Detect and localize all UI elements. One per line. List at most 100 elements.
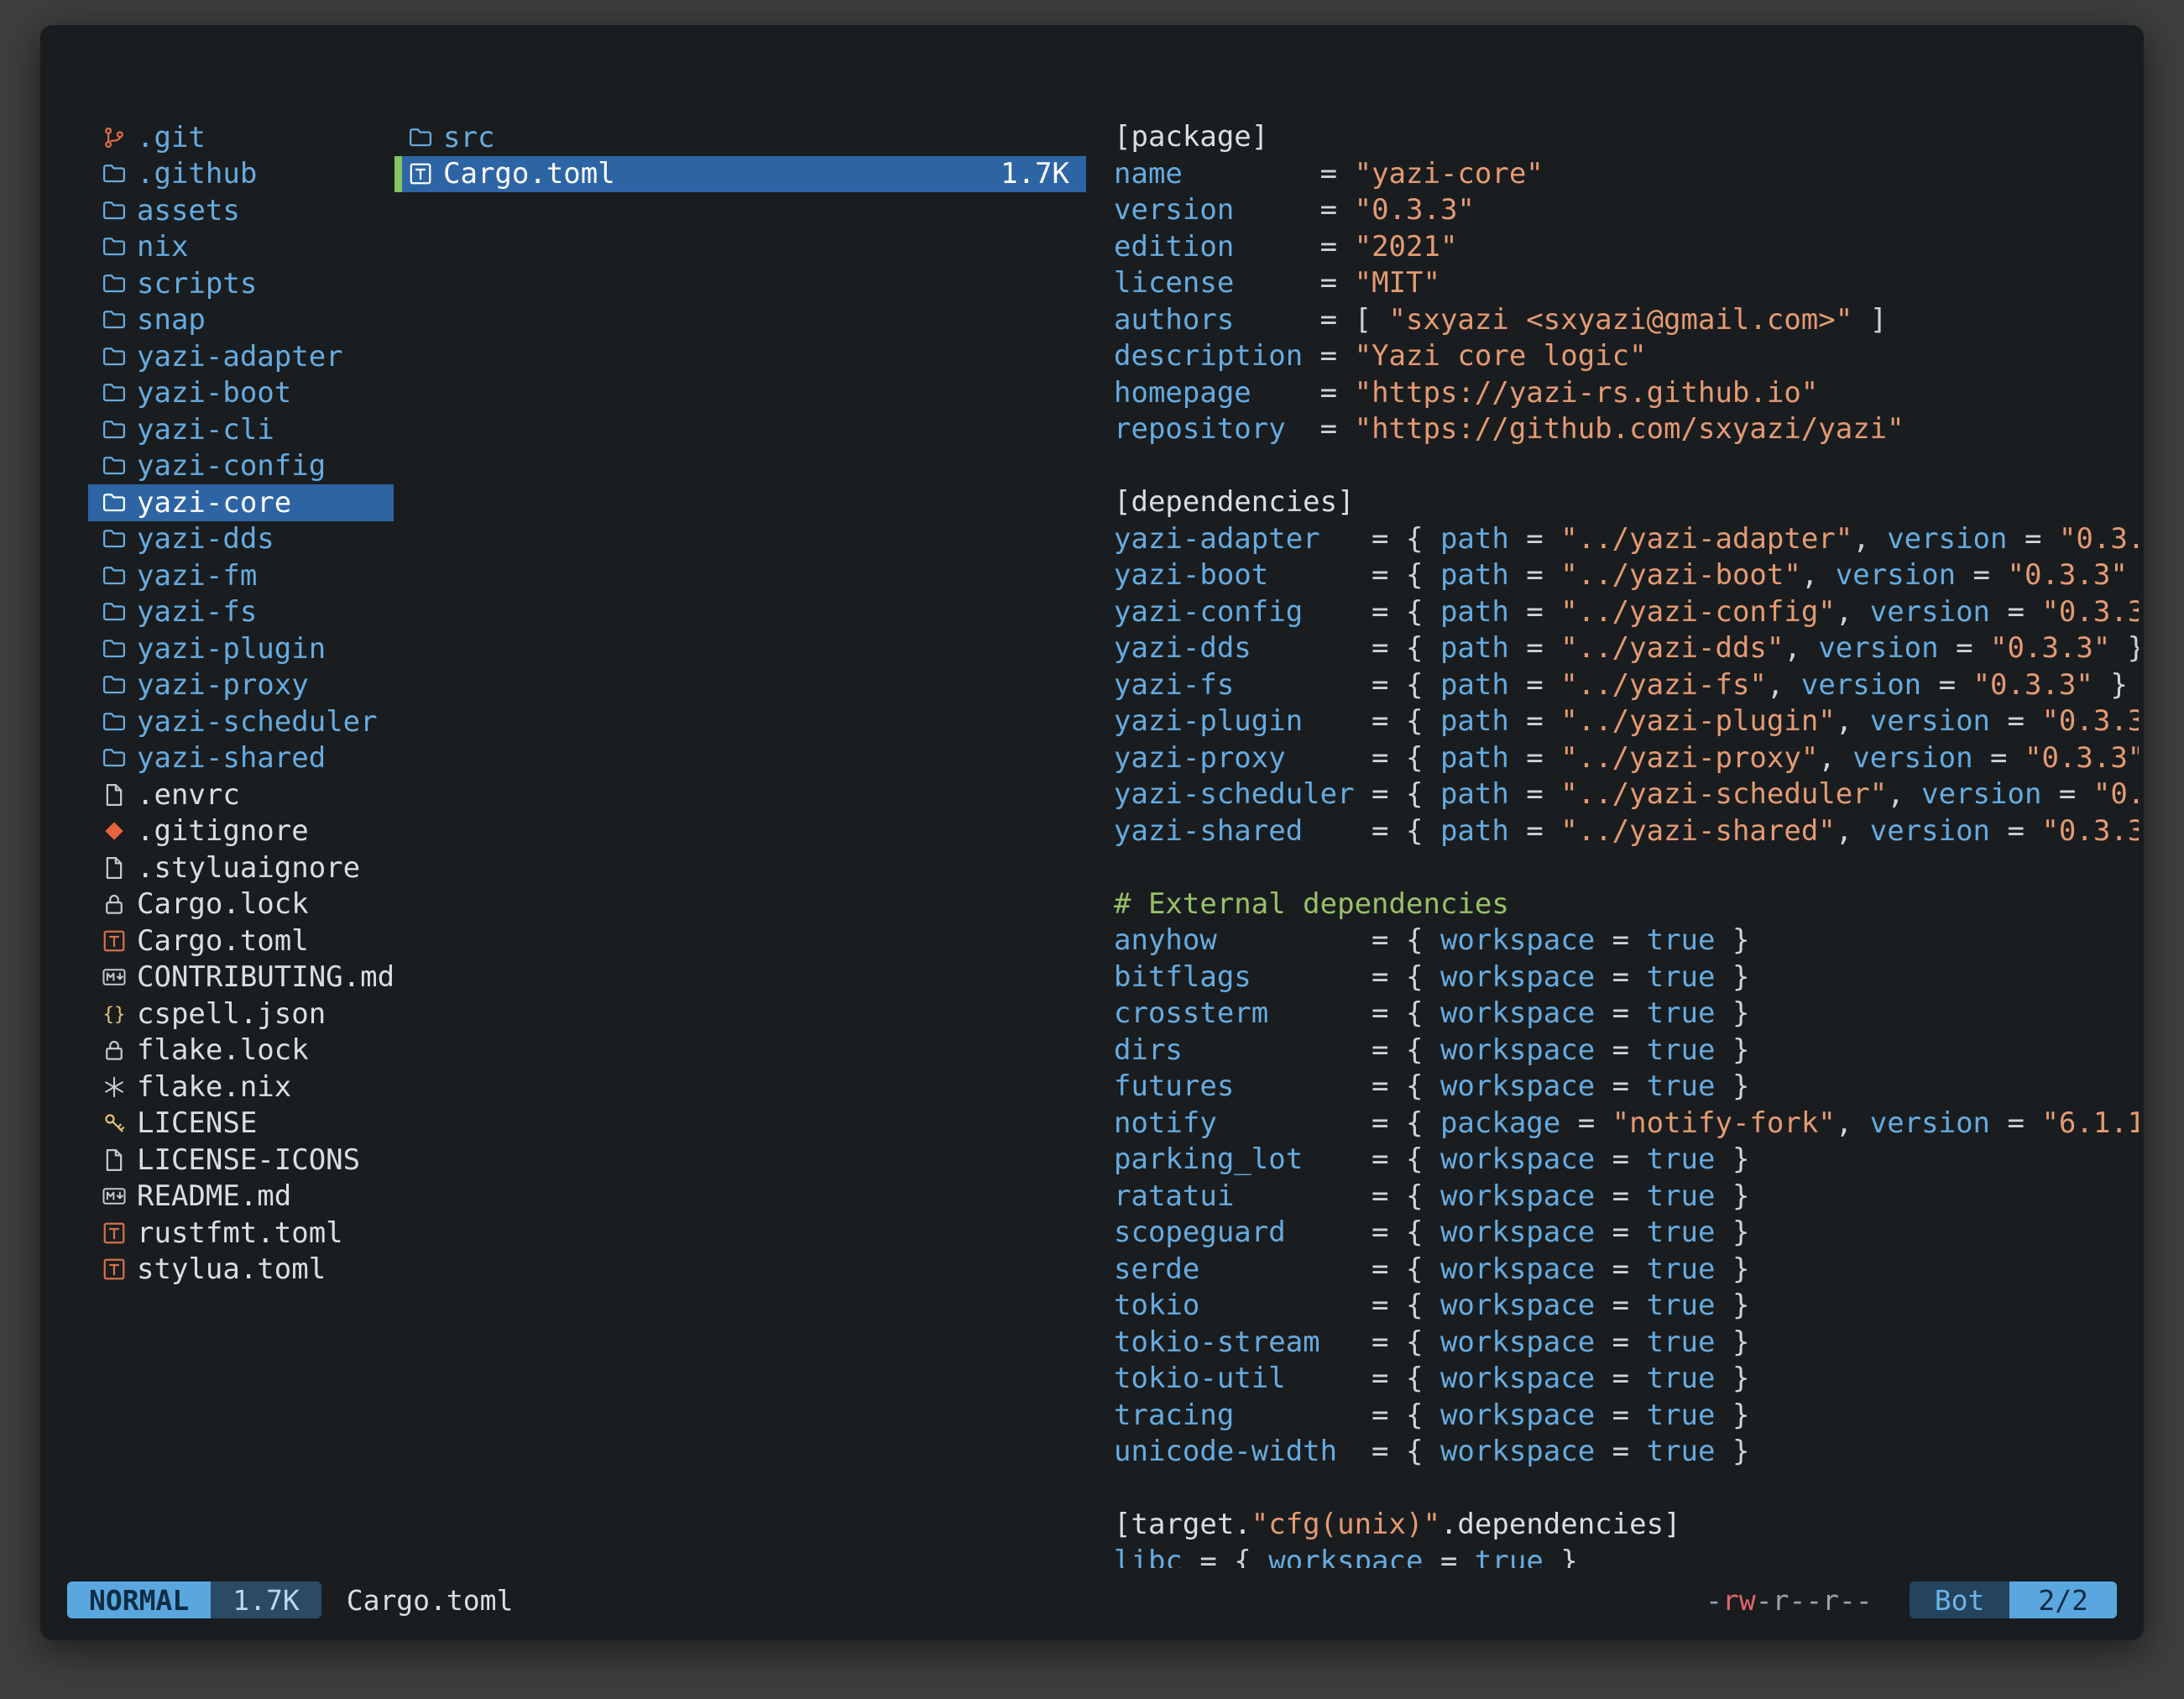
dir-item-yazi-dds[interactable]: yazi-dds <box>88 521 394 558</box>
dir-item-yazi-fs[interactable]: yazi-fs <box>88 594 394 631</box>
file-item-flake.lock[interactable]: flake.lock <box>88 1032 394 1069</box>
dir-item-scripts[interactable]: scripts <box>88 265 394 302</box>
md-icon <box>102 965 137 990</box>
preview-line: yazi-fs = { path = "../yazi-fs", version… <box>1114 667 2139 704</box>
file-name: yazi-fm <box>137 559 257 593</box>
dir-item-nix[interactable]: nix <box>88 229 394 266</box>
preview-line: dirs = { workspace = true } <box>1114 1032 2139 1069</box>
file-icon <box>102 782 137 808</box>
file-item-Cargo.toml[interactable]: Cargo.toml <box>88 923 394 959</box>
preview-line: # External dependencies <box>1114 886 2139 923</box>
preview-line: yazi-shared = { path = "../yazi-shared",… <box>1114 813 2139 850</box>
folder-icon <box>102 636 137 661</box>
dir-item-yazi-config[interactable]: yazi-config <box>88 448 394 485</box>
file-name: yazi-config <box>137 449 326 483</box>
folder-icon <box>102 344 137 369</box>
file-item-LICENSE[interactable]: LICENSE <box>88 1106 394 1142</box>
dir-item-src[interactable]: src <box>394 119 1086 156</box>
dir-item-yazi-cli[interactable]: yazi-cli <box>88 411 394 448</box>
file-item-.styluaignore[interactable]: .styluaignore <box>88 850 394 886</box>
file-name: nix <box>137 230 188 264</box>
dir-item-assets[interactable]: assets <box>88 192 394 229</box>
preview-line: tokio-stream = { workspace = true } <box>1114 1325 2139 1362</box>
file-item-Cargo.toml[interactable]: Cargo.toml1.7K <box>394 156 1086 193</box>
file-item-LICENSE-ICONS[interactable]: LICENSE-ICONS <box>88 1142 394 1179</box>
svg-text:{}: {} <box>102 1003 125 1025</box>
preview-line: name = "yazi-core" <box>1114 156 2139 193</box>
parent-directory-pane: .git.githubassetsnixscriptssnapyazi-adap… <box>88 119 394 1288</box>
file-preview-pane: [package]name = "yazi-core"version = "0.… <box>1114 119 2139 1568</box>
md-icon <box>102 1184 137 1209</box>
dir-item-yazi-scheduler[interactable]: yazi-scheduler <box>88 703 394 740</box>
folder-icon <box>102 198 137 223</box>
folder-icon <box>102 745 137 771</box>
dir-item-yazi-fm[interactable]: yazi-fm <box>88 557 394 594</box>
file-name: .styluaignore <box>137 851 360 885</box>
lock-icon <box>102 1038 137 1063</box>
file-name: .github <box>137 157 257 191</box>
folder-icon <box>102 161 137 186</box>
preview-line: yazi-config = { path = "../yazi-config",… <box>1114 594 2139 631</box>
dir-item-.github[interactable]: .github <box>88 156 394 193</box>
preview-line: yazi-scheduler = { path = "../yazi-sched… <box>1114 776 2139 813</box>
preview-line <box>1114 448 2139 485</box>
file-name: yazi-dds <box>137 522 274 556</box>
file-icon <box>102 855 137 881</box>
preview-line: repository = "https://github.com/sxyazi/… <box>1114 411 2139 448</box>
preview-line: anyhow = { workspace = true } <box>1114 923 2139 959</box>
file-item-cspell.json[interactable]: {} cspell.json <box>88 996 394 1032</box>
file-item-.gitignore[interactable]: .gitignore <box>88 813 394 850</box>
file-name: yazi-boot <box>137 376 291 410</box>
dir-item-snap[interactable]: snap <box>88 302 394 339</box>
json-icon: {} <box>102 1001 137 1027</box>
dir-item-yazi-core[interactable]: yazi-core <box>88 484 394 521</box>
preview-line: yazi-boot = { path = "../yazi-boot", ver… <box>1114 557 2139 594</box>
selection-marker <box>394 156 402 193</box>
preview-line: notify = { package = "notify-fork", vers… <box>1114 1106 2139 1142</box>
file-item-Cargo.lock[interactable]: Cargo.lock <box>88 886 394 923</box>
preview-line: [package] <box>1114 119 2139 156</box>
diamond-icon <box>102 818 137 844</box>
file-item-README.md[interactable]: README.md <box>88 1179 394 1215</box>
dir-item-yazi-plugin[interactable]: yazi-plugin <box>88 630 394 667</box>
file-name: yazi-core <box>137 486 291 520</box>
file-name: yazi-fs <box>137 595 257 629</box>
file-name: Cargo.toml <box>137 924 309 958</box>
preview-line: yazi-proxy = { path = "../yazi-proxy", v… <box>1114 740 2139 777</box>
file-item-stylua.toml[interactable]: stylua.toml <box>88 1252 394 1289</box>
preview-line <box>1114 1471 2139 1508</box>
file-name: yazi-adapter <box>137 340 343 374</box>
file-name: CONTRIBUTING.md <box>137 960 394 994</box>
file-name: cspell.json <box>137 997 326 1031</box>
preview-line: bitflags = { workspace = true } <box>1114 959 2139 996</box>
file-item-CONTRIBUTING.md[interactable]: CONTRIBUTING.md <box>88 959 394 996</box>
dir-item-yazi-adapter[interactable]: yazi-adapter <box>88 338 394 375</box>
file-name: assets <box>137 194 240 227</box>
dir-item-.git[interactable]: .git <box>88 119 394 156</box>
folder-icon <box>408 125 443 150</box>
folder-icon <box>102 599 137 625</box>
file-name: flake.lock <box>137 1033 309 1067</box>
dir-item-yazi-proxy[interactable]: yazi-proxy <box>88 667 394 704</box>
preview-line: [target."cfg(unix)".dependencies] <box>1114 1507 2139 1544</box>
yazi-window: .git.githubassetsnixscriptssnapyazi-adap… <box>40 25 2144 1640</box>
file-item-rustfmt.toml[interactable]: rustfmt.toml <box>88 1215 394 1252</box>
folder-icon <box>102 672 137 698</box>
dir-item-yazi-boot[interactable]: yazi-boot <box>88 375 394 412</box>
file-item-flake.nix[interactable]: flake.nix <box>88 1069 394 1106</box>
file-size-badge: 1.7K <box>211 1581 321 1618</box>
file-item-.envrc[interactable]: .envrc <box>88 776 394 813</box>
file-name: yazi-scheduler <box>137 705 378 739</box>
status-filename: Cargo.toml <box>347 1584 514 1617</box>
toml-icon <box>102 1257 137 1282</box>
file-name: yazi-cli <box>137 413 274 447</box>
preview-line: homepage = "https://yazi-rs.github.io" <box>1114 375 2139 412</box>
file-name: snap <box>137 303 206 337</box>
lock-icon <box>102 891 137 917</box>
mode-badge: NORMAL <box>67 1581 211 1618</box>
dir-item-yazi-shared[interactable]: yazi-shared <box>88 740 394 777</box>
preview-line: scopeguard = { workspace = true } <box>1114 1215 2139 1252</box>
preview-line: futures = { workspace = true } <box>1114 1069 2139 1106</box>
preview-line: parking_lot = { workspace = true } <box>1114 1142 2139 1179</box>
preview-line: ratatui = { workspace = true } <box>1114 1179 2139 1215</box>
